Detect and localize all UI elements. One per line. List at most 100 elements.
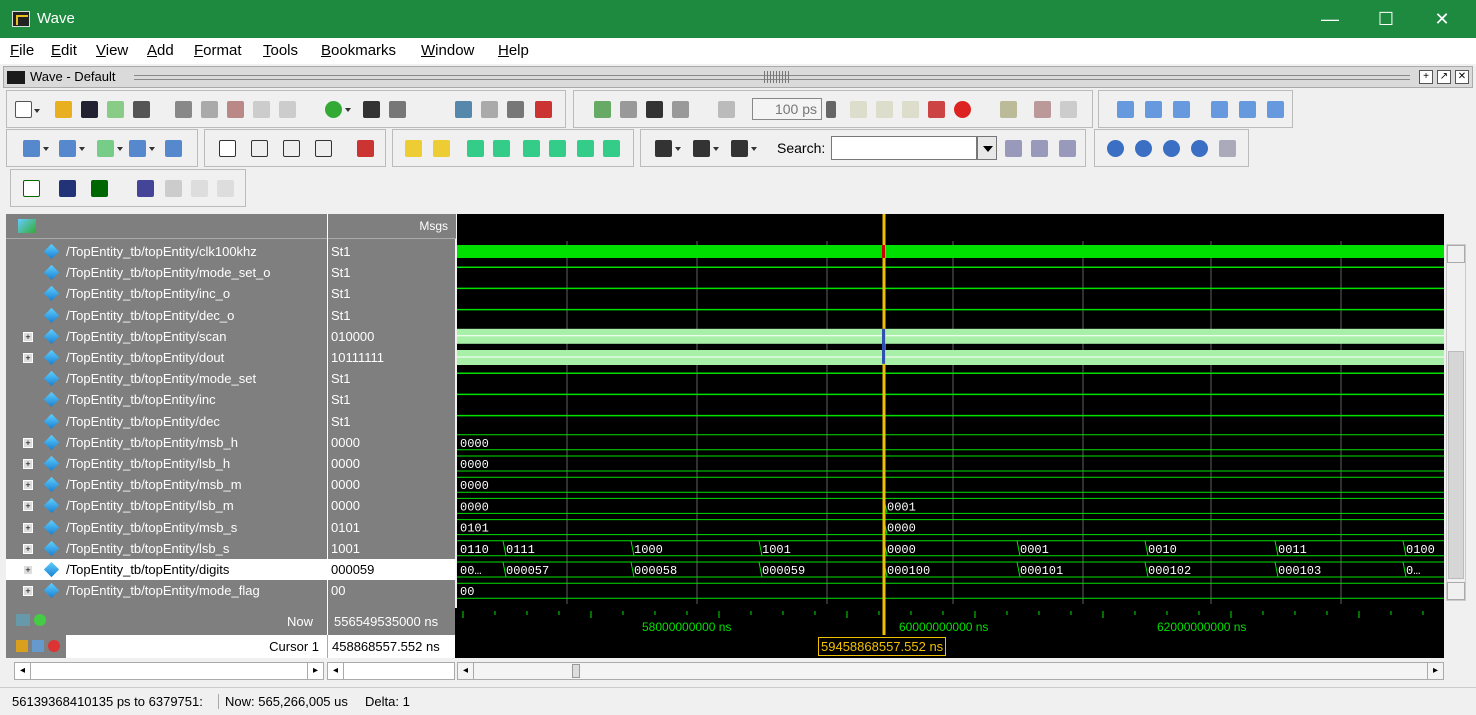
collapse-time-icon[interactable]: [693, 140, 719, 157]
wave-logic-icon[interactable]: [23, 180, 40, 197]
reload-icon[interactable]: [107, 101, 124, 118]
signal-value[interactable]: 0000: [328, 474, 456, 495]
format-wave-icon[interactable]: [129, 140, 155, 157]
signal-value[interactable]: 1001: [328, 538, 456, 559]
find-icon[interactable]: [363, 101, 380, 118]
subwindow-close-icon[interactable]: ✕: [1455, 70, 1469, 84]
menu-bookmarks[interactable]: Bookmarks: [321, 42, 396, 59]
continue-icon[interactable]: [876, 101, 893, 118]
dataflow-icon[interactable]: [357, 140, 374, 157]
back-arrow-icon[interactable]: [646, 101, 663, 118]
collapse-icon[interactable]: [1239, 101, 1256, 118]
wave-literal-icon[interactable]: [59, 180, 76, 197]
wave-tools-icon[interactable]: [18, 219, 36, 233]
new-file-icon[interactable]: [15, 101, 40, 118]
signal-value[interactable]: St1: [328, 411, 456, 432]
waveform-pane[interactable]: 0000 0000 0000 0000 0001 0101 0000 0110 0111 1000…: [457, 214, 1444, 608]
waveform-canvas[interactable]: 0000000000000000 00010101 00000110 0111 1000…: [457, 214, 1444, 608]
expand-toggle-icon[interactable]: +: [23, 331, 33, 342]
insert-cursor-icon[interactable]: [405, 140, 422, 157]
goto-time-icon[interactable]: [731, 140, 757, 157]
raise-icon[interactable]: [1267, 101, 1284, 118]
menu-add[interactable]: Add: [147, 42, 174, 59]
zoom-cursor-icon[interactable]: [1191, 140, 1208, 157]
restart-icon[interactable]: [594, 101, 611, 118]
cursor-time-marker[interactable]: 59458868557.552 ns: [818, 637, 947, 656]
zoom-full-icon[interactable]: [1163, 140, 1180, 157]
cut-icon[interactable]: [175, 101, 192, 118]
menu-help[interactable]: Help: [498, 42, 529, 59]
signal-name-pane[interactable]: /TopEntity_tb/topEntity/clk100khz/TopEnt…: [6, 214, 327, 608]
zoom-in-icon[interactable]: [1107, 140, 1124, 157]
wave-hscroll[interactable]: ◂ ▸: [457, 662, 1444, 680]
expand-toggle-icon[interactable]: +: [23, 565, 33, 575]
run-icon[interactable]: [850, 101, 867, 118]
next-edge-icon[interactable]: [1145, 101, 1162, 118]
forward-arrow-icon[interactable]: [672, 101, 689, 118]
menu-edit[interactable]: Edit: [51, 42, 77, 59]
wave-step-icon[interactable]: [191, 180, 208, 197]
compile-icon[interactable]: [455, 101, 472, 118]
step-over-icon[interactable]: [1034, 101, 1051, 118]
up-arrow-icon[interactable]: [620, 101, 637, 118]
save-icon[interactable]: [81, 101, 98, 118]
wave-compare-icon[interactable]: [165, 140, 182, 157]
edit-mode-icon[interactable]: [315, 140, 332, 157]
expand-icon[interactable]: [1211, 101, 1228, 118]
compile-all-icon[interactable]: [481, 101, 498, 118]
expand-toggle-icon[interactable]: +: [23, 459, 33, 469]
run-length-icon[interactable]: [718, 101, 735, 118]
signal-value[interactable]: St1: [328, 389, 456, 410]
signal-row[interactable]: /TopEntity_tb/topEntity/mode_set_o: [6, 262, 327, 283]
run-length-spinner[interactable]: [826, 101, 836, 118]
wave-pulse-icon[interactable]: [165, 180, 182, 197]
value-hscroll[interactable]: ◂: [327, 662, 455, 680]
menu-file[interactable]: File: [10, 42, 34, 59]
zoom-mode-icon[interactable]: [251, 140, 268, 157]
zoom-range-icon[interactable]: [1219, 140, 1236, 157]
add-divider-icon[interactable]: [59, 140, 85, 157]
delete-cursor-icon[interactable]: [433, 140, 450, 157]
timeline-canvas[interactable]: 58000000000 ns 60000000000 ns 62000000000 …: [457, 608, 1444, 635]
search-forward-icon[interactable]: [1005, 140, 1022, 157]
signal-value-pane[interactable]: Msgs St1 St1 St1 St1 010000 10111111 St1 St1 St1…: [327, 214, 456, 608]
expand-time-icon[interactable]: [655, 140, 681, 157]
undock-icon[interactable]: ↗: [1437, 70, 1451, 84]
step-out-icon[interactable]: [1060, 101, 1077, 118]
expand-toggle-icon[interactable]: +: [23, 543, 33, 554]
scroll-up-arrow[interactable]: [1447, 245, 1465, 263]
undo-icon[interactable]: [253, 101, 270, 118]
wave-hscroll-thumb[interactable]: [572, 664, 580, 678]
wave-step2-icon[interactable]: [217, 180, 234, 197]
menu-window[interactable]: Window: [421, 42, 474, 59]
signal-row[interactable]: + /TopEntity_tb/topEntity/mode_flag: [6, 580, 327, 601]
expand-toggle-icon[interactable]: +: [23, 437, 33, 448]
zoom-out-icon[interactable]: [1135, 140, 1152, 157]
pan-mode-icon[interactable]: [283, 140, 300, 157]
close-button[interactable]: ✕: [1414, 0, 1470, 38]
now-tools-icon[interactable]: [16, 614, 30, 626]
redo-icon[interactable]: [279, 101, 296, 118]
step-icon[interactable]: [1000, 101, 1017, 118]
name-hscroll[interactable]: ◂ ▸: [14, 662, 324, 680]
menu-tools[interactable]: Tools: [263, 42, 298, 59]
menu-view[interactable]: View: [96, 42, 128, 59]
stop-icon[interactable]: [954, 101, 971, 118]
signal-row[interactable]: /TopEntity_tb/topEntity/mode_set: [6, 368, 327, 389]
menu-format[interactable]: Format: [194, 42, 242, 59]
lock-icon[interactable]: [16, 640, 28, 652]
next-rising-icon[interactable]: [603, 140, 620, 157]
prev-rising-icon[interactable]: [577, 140, 594, 157]
break-sim-icon[interactable]: [928, 101, 945, 118]
print-icon[interactable]: [133, 101, 150, 118]
signal-value[interactable]: St1: [328, 368, 456, 389]
list-icon[interactable]: [389, 101, 406, 118]
wave-hscroll-left-icon[interactable]: ◂: [458, 663, 474, 679]
signal-value[interactable]: St1: [328, 305, 456, 326]
run-length-input[interactable]: 100 ps: [752, 98, 822, 120]
signal-value[interactable]: 00: [328, 580, 456, 601]
search-dropdown[interactable]: [977, 136, 997, 160]
break-icon[interactable]: [535, 101, 552, 118]
search-back-icon[interactable]: [1031, 140, 1048, 157]
scroll-down-arrow[interactable]: [1447, 582, 1465, 600]
